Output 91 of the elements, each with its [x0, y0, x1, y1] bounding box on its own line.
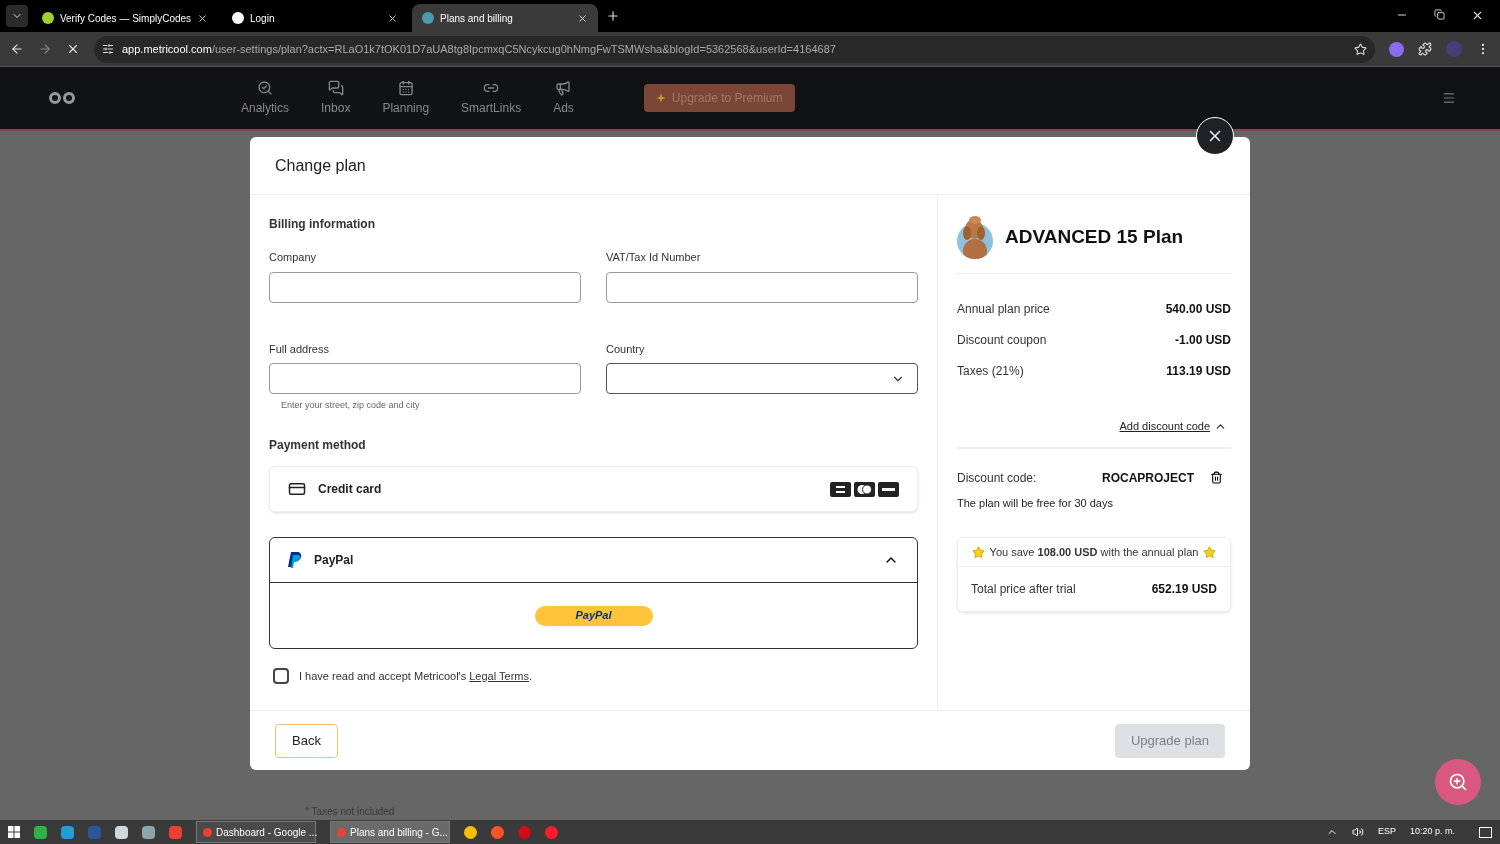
close-icon[interactable] [1471, 9, 1484, 22]
discount-label: Discount code: [957, 469, 1038, 487]
terms-text: I have read and accept Metricool's Legal Terms. [299, 669, 533, 684]
browser-tab[interactable]: Login [222, 4, 408, 32]
payment-option-label: Credit card [318, 481, 383, 498]
restore-icon[interactable] [1434, 9, 1445, 20]
input-field[interactable] [269, 363, 581, 394]
total-label: Total price after trial [971, 581, 1076, 598]
site-settings-icon[interactable] [102, 43, 114, 55]
modal-title: Change plan [275, 155, 366, 176]
extensions-icon[interactable] [1418, 42, 1432, 56]
tab-title: Login [250, 11, 276, 26]
zoom-in-icon [1448, 772, 1468, 792]
bookmark-star-icon[interactable] [1354, 42, 1367, 56]
back-button[interactable]: Back [275, 723, 338, 758]
field-label: VAT/Tax Id Number [606, 250, 702, 265]
nav-icon [397, 79, 414, 96]
total-value: 652.19 USD [1151, 581, 1217, 598]
taskbar-app-icon[interactable] [34, 825, 47, 839]
site-icon [232, 12, 244, 24]
savings-text: You save 108.00 USD with the annual plan [989, 544, 1199, 560]
tab-list-button[interactable] [6, 5, 28, 27]
trial-note: The plan will be free for 30 days [957, 495, 1114, 511]
taskbar-app-icon[interactable] [464, 825, 477, 839]
field-label: Country [606, 341, 646, 357]
taskbar-window[interactable]: Dashboard - Google ... [196, 821, 316, 843]
windows-start-icon[interactable] [8, 826, 20, 838]
close-icon[interactable] [197, 12, 208, 24]
site-icon [422, 12, 434, 24]
plan-title: ADVANCED 15 Plan [1005, 224, 1184, 249]
price-label: Discount coupon [957, 332, 1047, 349]
payment-option[interactable]: PayPal PayPal [269, 537, 918, 649]
nav-icon [257, 79, 273, 96]
price-label: Annual plan price [957, 301, 1050, 318]
nav-icon [327, 79, 344, 96]
trash-icon[interactable] [1210, 471, 1223, 484]
section-heading: Payment method [269, 437, 367, 454]
terms-checkbox[interactable] [273, 668, 289, 685]
nav-item[interactable]: Ads [553, 79, 574, 117]
credit-card-icon [288, 480, 306, 498]
input-field[interactable] [269, 271, 581, 303]
close-icon[interactable] [577, 12, 588, 24]
section-heading: Billing information [269, 216, 376, 233]
price-label: Taxes (21%) [957, 363, 1024, 380]
logo-icon [48, 92, 76, 104]
price-value: 540.00 USD [1165, 301, 1231, 318]
star-icon [1203, 545, 1217, 559]
language-indicator[interactable]: ESP [1377, 825, 1396, 839]
zoom-button[interactable] [1435, 759, 1481, 805]
price-value: -1.00 USD [1174, 332, 1231, 349]
add-discount-link[interactable]: Add discount code [1119, 418, 1227, 435]
payment-option[interactable]: Credit card [269, 466, 918, 512]
address-bar[interactable]: app.metricool.com/user-settings/plan?actx=RLaO1k7tOK01D7aUA8tg8IpcmxqC5Ncykcug0hNmgFwTSMWsha&blogId=5362568&userId=4164687 [94, 35, 1375, 63]
browser-tab[interactable]: Verify Codes — SimplyCodes [32, 4, 218, 32]
taskbar-app-icon[interactable] [142, 825, 155, 839]
forward-icon[interactable] [38, 42, 52, 56]
price-value: 113.19 USD [1166, 363, 1231, 380]
new-tab-icon[interactable] [606, 9, 620, 23]
country-select[interactable] [606, 363, 918, 394]
field-label: Company [269, 250, 318, 265]
taskbar-app-icon[interactable] [491, 825, 504, 839]
browser-tab[interactable]: Plans and billing [412, 4, 598, 32]
clock[interactable]: 10:20 p. m. [1409, 825, 1455, 839]
notification-icon[interactable] [1479, 826, 1492, 838]
back-icon[interactable] [10, 42, 24, 56]
tab-title: Verify Codes — SimplyCodes [59, 11, 192, 26]
close-icon[interactable] [387, 12, 398, 24]
legal-terms-link[interactable]: Legal Terms [469, 670, 529, 682]
nav-item[interactable]: SmartLinks [461, 79, 522, 117]
taskbar-app-icon[interactable] [61, 825, 74, 839]
url-text: app.metricool.com/user-settings/plan?actx=RLaO1k7tOK01D7aUA8tg8IpcmxqC5Ncykcug0hNmgFwTSMWsha&blogId=5362568&userId=4164687 [122, 41, 836, 57]
input-field[interactable] [606, 271, 918, 303]
discount-code: ROCAPROJECT [1102, 469, 1194, 487]
field-label: Full address [269, 341, 330, 357]
payment-option-label: PayPal [314, 552, 355, 569]
stop-icon[interactable] [66, 42, 80, 56]
volume-icon[interactable] [1351, 826, 1364, 838]
taskbar-app-icon[interactable] [115, 825, 128, 839]
taskbar-window[interactable]: Plans and billing - G... [330, 821, 450, 843]
extension-icon[interactable] [1389, 41, 1404, 57]
site-icon [42, 12, 54, 24]
nav-item[interactable]: Inbox [321, 79, 351, 117]
paypal-logo-icon [288, 551, 302, 569]
nav-item[interactable]: Analytics [241, 79, 290, 117]
star-icon [971, 545, 985, 559]
nav-item[interactable]: Planning [382, 79, 430, 117]
paypal-button[interactable]: PayPal [534, 605, 653, 626]
field-hint: Enter your street, zip code and city [281, 399, 420, 412]
sparkle-icon [655, 93, 666, 103]
tab-title: Plans and billing [440, 11, 514, 26]
nav-icon [555, 79, 572, 96]
